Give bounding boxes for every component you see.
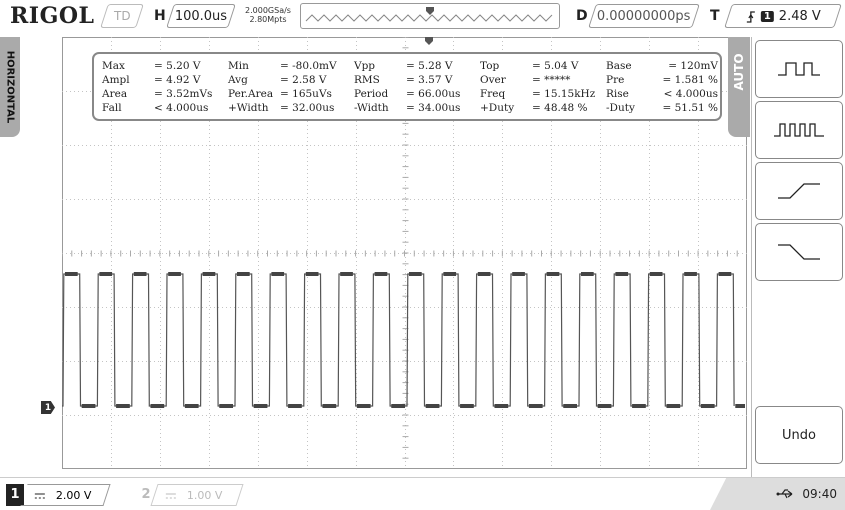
channel2-scale-box: 1.00 V — [150, 484, 244, 506]
timebase-display[interactable]: 100.0us — [166, 4, 236, 28]
measurement-value: = 120mV — [668, 60, 718, 72]
measurement-name: Ampl — [102, 74, 130, 86]
channel1-scale-box: 2.00 V — [20, 484, 111, 506]
auto-side-tab-label: AUTO — [732, 53, 746, 91]
rising-edge-icon — [746, 10, 755, 22]
measurement-name: Area — [102, 88, 128, 100]
timebase-value: 100.0us — [174, 8, 228, 24]
sample-rate: 2.000GSa/s — [245, 6, 291, 15]
measurement-name: Period — [354, 88, 389, 100]
measurement-panel: Max = 5.20 V Min = -80.0mV Vpp = 5.28 V Top = 5… — [92, 52, 722, 121]
oscilloscope-screen: RIGOL TD H 100.0us 2.000GSa/s 2.80Mpts D… — [0, 0, 845, 510]
measurement-name: -Width — [354, 102, 389, 114]
measurement-name: Avg — [228, 74, 248, 86]
measurement-value: = 3.52mVs — [154, 88, 213, 100]
measurement-value: = 165uVs — [280, 88, 332, 100]
measurement-value: = 2.58 V — [280, 74, 327, 86]
measurement-name: Min — [228, 60, 249, 72]
dc-coupling-icon — [35, 492, 45, 498]
measurement-name: Base — [606, 60, 632, 72]
measurement-value: = -80.0mV — [280, 60, 337, 72]
measurement-table: Max = 5.20 V Min = -80.0mV Vpp = 5.28 V Top = 5… — [102, 59, 718, 115]
measurement-value: = 1.581 % — [662, 74, 718, 86]
measurement-name: Fall — [102, 102, 122, 114]
measurement-name: Pre — [606, 74, 625, 86]
measurement-value: = 4.92 V — [154, 74, 201, 86]
memory-waveform-icon — [305, 7, 553, 22]
measurement-value: = ***** — [532, 74, 571, 86]
falling-edge-button[interactable] — [755, 223, 843, 281]
top-status-bar: RIGOL TD H 100.0us 2.000GSa/s 2.80Mpts D… — [0, 0, 845, 34]
bottom-status-bar: 1 2.00 V 2 1.00 V 09:40 — [0, 477, 845, 510]
auto-side-tab[interactable]: AUTO — [728, 37, 750, 137]
trigger-delay-display[interactable]: 0.00000000ps — [588, 4, 700, 28]
trigger-settings-display[interactable]: 1 2.48 V — [724, 4, 842, 28]
horizontal-label: H — [154, 8, 166, 24]
measurement-value: = 5.20 V — [154, 60, 201, 72]
trigger-level-value: 2.48 V — [778, 8, 821, 24]
run-status-indicator[interactable]: TD — [100, 4, 144, 28]
undo-button[interactable]: Undo — [755, 406, 843, 464]
delay-label: D — [576, 8, 588, 24]
trigger-label: T — [710, 8, 720, 24]
trigger-delay-value: 0.00000000ps — [597, 8, 691, 24]
measurement-value: = 34.00us — [406, 102, 461, 114]
system-status-area: 09:40 — [710, 478, 845, 510]
channel2-scale: 1.00 V — [187, 488, 223, 502]
measurement-name: +Duty — [480, 102, 515, 114]
measurement-row: Area = 3.52mVs Per.Area = 165uVs Period = 66.… — [102, 87, 718, 101]
channel1-scale: 2.00 V — [56, 488, 92, 502]
trigger-source-badge: 1 — [760, 10, 774, 22]
measurement-name: -Duty — [606, 102, 635, 114]
measurement-name: Rise — [606, 88, 629, 100]
undo-label: Undo — [782, 427, 816, 443]
measurement-value: = 5.04 V — [532, 60, 579, 72]
measurement-value: = 5.28 V — [406, 60, 453, 72]
measurement-name: Freq — [480, 88, 506, 100]
multi-period-button[interactable] — [755, 40, 843, 98]
multi-period-icon — [778, 62, 820, 76]
measurement-value: < 4.000us — [663, 88, 718, 100]
dc-coupling-icon — [166, 492, 176, 498]
measurement-value: < 4.000us — [154, 102, 209, 114]
measurement-value: = 15.15kHz — [532, 88, 596, 100]
falling-edge-icon — [778, 244, 820, 260]
measurement-value: = 32.00us — [280, 102, 335, 114]
horizontal-side-tab[interactable]: HORIZONTAL — [0, 37, 20, 137]
clock-time: 09:40 — [802, 487, 837, 501]
memory-overview-bar[interactable] — [300, 3, 560, 29]
measurement-value: = 48.48 % — [532, 102, 588, 114]
single-period-button[interactable] — [755, 101, 843, 159]
channel1-ground-marker[interactable]: 1 — [41, 401, 55, 414]
horizontal-side-tab-label: HORIZONTAL — [4, 50, 16, 124]
measurement-row: Max = 5.20 V Min = -80.0mV Vpp = 5.28 V Top = 5… — [102, 59, 718, 73]
measurement-value: = 51.51 % — [662, 102, 718, 114]
measurement-name: Per.Area — [228, 88, 274, 100]
rising-edge-button[interactable] — [755, 162, 843, 220]
rising-edge-icon — [778, 183, 820, 199]
brand-logo: RIGOL — [10, 3, 95, 29]
measurement-name: Vpp — [354, 60, 376, 72]
run-status-label: TD — [113, 9, 131, 23]
measurement-value: = 3.57 V — [406, 74, 453, 86]
channel1-settings[interactable]: 1 2.00 V — [6, 484, 111, 506]
channel2-settings[interactable]: 2 1.00 V — [138, 484, 244, 506]
measurement-name: Top — [480, 60, 500, 72]
acquisition-info: 2.000GSa/s 2.80Mpts — [240, 6, 296, 24]
usb-icon — [776, 489, 793, 499]
measurement-name: RMS — [354, 74, 380, 86]
measurement-name: Over — [480, 74, 506, 86]
single-period-icon — [774, 123, 824, 137]
memory-depth: 2.80Mpts — [249, 15, 287, 24]
measurement-value: = 66.00us — [406, 88, 461, 100]
auto-menu: Undo — [751, 37, 845, 477]
measurement-name: +Width — [228, 102, 269, 114]
measurement-row: Fall < 4.000us +Width = 32.00us -Width = 34.0… — [102, 101, 718, 115]
measurement-row: Ampl = 4.92 V Avg = 2.58 V RMS = 3.57 V Over = … — [102, 73, 718, 87]
measurement-name: Max — [102, 60, 125, 72]
